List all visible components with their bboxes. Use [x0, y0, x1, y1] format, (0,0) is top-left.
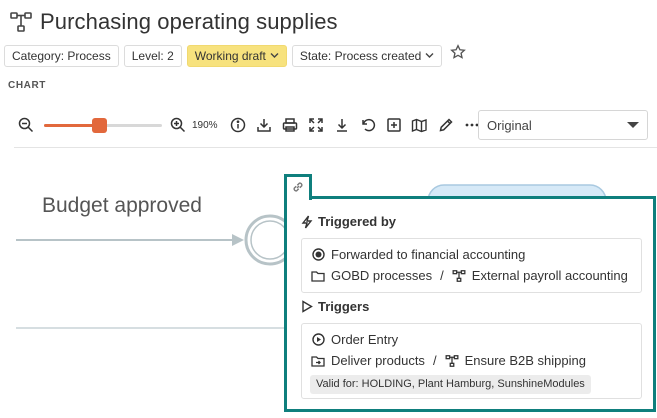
- chevron-down-icon: [270, 53, 279, 58]
- event-radio-icon: [311, 248, 325, 262]
- print-icon[interactable]: [280, 115, 300, 135]
- status-dropdown[interactable]: Working draft: [186, 44, 287, 67]
- zoom-slider[interactable]: [44, 115, 162, 135]
- flow-arrowhead: [232, 234, 244, 246]
- state-dropdown[interactable]: State: Process created: [291, 44, 443, 67]
- align-bottom-icon[interactable]: [332, 115, 352, 135]
- process-flow-icon: [8, 9, 34, 35]
- process-flow-icon: [445, 354, 459, 368]
- fit-screen-icon[interactable]: [306, 115, 326, 135]
- process-flow-icon: [452, 269, 466, 283]
- play-circle-icon: [311, 333, 325, 347]
- zoom-value: 190%: [192, 119, 218, 131]
- zoom-slider-thumb[interactable]: [92, 118, 107, 133]
- title-row: Purchasing operating supplies: [8, 6, 338, 38]
- process-link[interactable]: External payroll accounting: [472, 268, 628, 283]
- status-label: Working draft: [194, 48, 266, 63]
- lightning-icon: [301, 215, 313, 228]
- triggers-label: Triggers: [318, 299, 370, 314]
- triggers-event-label: Order Entry: [331, 332, 399, 347]
- info-icon[interactable]: [228, 115, 248, 135]
- path-separator: /: [432, 353, 437, 368]
- tag-bar: Category: Process Level: 2 Working draft…: [4, 44, 467, 67]
- triggered-by-event[interactable]: Forwarded to financial accounting: [311, 247, 525, 262]
- folder-arrow-icon: [311, 354, 325, 368]
- folder-link[interactable]: Deliver products: [331, 353, 425, 368]
- category-tag[interactable]: Category: Process: [4, 44, 119, 67]
- add-box-icon[interactable]: [384, 115, 404, 135]
- zoom-out-icon[interactable]: [16, 115, 36, 135]
- section-label: CHART: [8, 80, 46, 91]
- triggered-by-label: Triggered by: [318, 214, 397, 229]
- zoom-slider-fill: [44, 124, 99, 127]
- download-icon[interactable]: [254, 115, 274, 135]
- triggered-by-card: Forwarded to financial accounting GOBD p…: [301, 238, 642, 293]
- view-select[interactable]: Original: [478, 110, 648, 140]
- triggered-by-heading: Triggered by: [301, 214, 396, 229]
- play-outline-icon: [302, 300, 313, 313]
- folder-icon: [311, 269, 325, 283]
- edit-pencil-icon[interactable]: [436, 115, 456, 135]
- state-label: State: Process created: [299, 48, 422, 63]
- map-icon[interactable]: [410, 115, 430, 135]
- triggered-by-event-label: Forwarded to financial accounting: [331, 247, 526, 262]
- chart-toolbar: 190%: [16, 112, 488, 138]
- triggers-event[interactable]: Order Entry: [311, 332, 398, 347]
- valid-for-badge: Valid for: HOLDING, Plant Hamburg, Sunsh…: [310, 375, 591, 394]
- path-separator: /: [440, 268, 444, 283]
- zoom-in-icon[interactable]: [168, 115, 188, 135]
- chevron-down-icon: [627, 122, 639, 128]
- relation-popover: Triggered by Forwarded to financial acco…: [284, 174, 656, 412]
- page-title: Purchasing operating supplies: [40, 9, 338, 34]
- chevron-down-icon: [425, 53, 434, 58]
- popover-panel: Triggered by Forwarded to financial acco…: [284, 196, 656, 412]
- triggered-by-path: GOBD processes / External payroll accoun…: [311, 268, 628, 283]
- view-select-value: Original: [487, 117, 532, 133]
- triggers-heading: Triggers: [301, 299, 369, 314]
- level-tag[interactable]: Level: 2: [123, 44, 182, 67]
- favorite-star-icon[interactable]: [450, 44, 467, 67]
- event-label: Budget approved: [42, 194, 202, 217]
- folder-link[interactable]: GOBD processes: [331, 268, 432, 283]
- link-icon[interactable]: [291, 180, 305, 199]
- triggers-path: Deliver products / Ensure B2B shipping: [311, 353, 586, 368]
- undo-icon[interactable]: [358, 115, 378, 135]
- triggers-card: Order Entry Deliver products / Ensure B2…: [301, 323, 642, 399]
- process-link[interactable]: Ensure B2B shipping: [465, 353, 586, 368]
